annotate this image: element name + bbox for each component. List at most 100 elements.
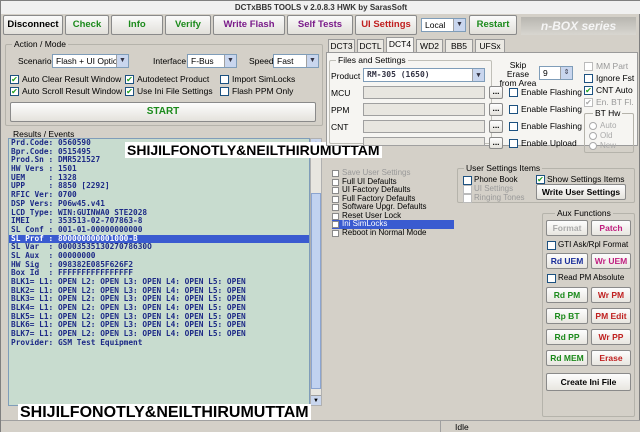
log-line: BLK3= L1: OPEN L2: OPEN L3: OPEN L4: OPE… (11, 295, 246, 304)
autodetect-product-label: Autodetect Product (137, 74, 210, 84)
bt-hw-auto-label: Auto (600, 121, 617, 130)
wr-pm-button[interactable]: Wr PM (591, 287, 631, 303)
start-button[interactable]: START (10, 102, 316, 122)
erase-button[interactable]: Erase (591, 350, 631, 366)
patch-button[interactable]: Patch (591, 220, 631, 236)
cnt-enable-checkbox[interactable] (509, 122, 518, 131)
flash-ppm-checkbox[interactable] (220, 87, 229, 96)
restart-button[interactable]: Restart (469, 15, 517, 35)
rd-pp-button[interactable]: Rd PP (546, 329, 588, 345)
upload-enable-label: Enable Upload (521, 138, 577, 148)
verify-button[interactable]: Verify (165, 15, 211, 35)
disconnect-button[interactable]: Disconnect (3, 15, 63, 35)
phone-book-checkbox[interactable] (463, 176, 472, 185)
rd-uem-button[interactable]: Rd UEM (546, 253, 588, 269)
mcu-enable-label: Enable Flashing (521, 87, 582, 97)
log-line: BLK4= L1: OPEN L2: OPEN L3: OPEN L4: OPE… (11, 304, 246, 313)
auto-clear-label: Auto Clear Result Window (22, 74, 122, 84)
ui-settings-button[interactable]: UI Settings (355, 15, 417, 35)
results-scrollbar[interactable]: ▲ ▼ (310, 138, 322, 406)
cnt-auto-checkbox[interactable]: ✔ (584, 86, 593, 95)
status-bar: Idle (1, 420, 640, 432)
ppm-browse-button[interactable]: ... (489, 103, 503, 116)
write-user-settings-button[interactable]: Write User Settings (536, 184, 626, 200)
checkbox-icon[interactable] (332, 187, 339, 194)
log-line: Box Id : FFFFFFFFFFFFFFFF (11, 269, 134, 278)
import-simlocks-checkbox[interactable] (220, 75, 229, 84)
info-button[interactable]: Info (111, 15, 163, 35)
read-pm-absolute-label: Read PM Absolute (558, 273, 625, 282)
upload-enable-checkbox[interactable] (509, 139, 518, 148)
mcu-file-field[interactable] (363, 86, 485, 99)
checkbox-icon[interactable] (332, 204, 339, 211)
auto-clear-checkbox[interactable]: ✔ (10, 75, 19, 84)
checkbox-icon[interactable] (332, 221, 339, 228)
mcu-enable-checkbox[interactable] (509, 88, 518, 97)
format-button[interactable]: Format (546, 220, 588, 236)
log-line: BLK7= L1: OPEN L2: OPEN L3: OPEN L4: OPE… (11, 330, 246, 339)
gti-checkbox[interactable] (547, 241, 556, 250)
rd-mem-button[interactable]: Rd MEM (546, 350, 588, 366)
write-flash-button[interactable]: Write Flash (213, 15, 285, 35)
scenario-select[interactable]: Flash + UI Options ▼ (52, 54, 129, 68)
tab-wd2[interactable]: WD2 (416, 39, 443, 52)
upload-browse-button[interactable]: ... (489, 137, 503, 149)
auto-scroll-checkbox[interactable]: ✔ (10, 87, 19, 96)
results-log: Prd.Code: 0560590 Bpr.Code: 0515495 Prod.S… (8, 138, 310, 406)
import-simlocks-label: Import SimLocks (232, 74, 296, 84)
files-title: Files and Settings (336, 55, 408, 65)
cnt-browse-button[interactable]: ... (489, 120, 503, 133)
ppm-file-field[interactable] (363, 103, 485, 116)
ringing-tones-label: Ringing Tones (474, 193, 525, 202)
skip-erase-spinner[interactable]: 9 ⇕ (539, 66, 573, 80)
log-line: Provider: GSM Test Equipment (11, 338, 143, 347)
show-settings-checkbox[interactable]: ✔ (536, 175, 545, 184)
checkbox-icon[interactable] (332, 212, 339, 220)
rp-bt-button[interactable]: Rp BT (546, 308, 588, 324)
ppm-enable-checkbox[interactable] (509, 105, 518, 114)
checkbox-icon[interactable] (332, 178, 339, 186)
bt-hw-new-label: New (600, 141, 617, 150)
tab-dct3[interactable]: DCT3 (328, 39, 355, 52)
pm-edit-button[interactable]: PM Edit (591, 308, 631, 324)
bt-hw-auto-radio[interactable] (589, 122, 597, 130)
rd-pm-button[interactable]: Rd PM (546, 287, 588, 303)
speed-select[interactable]: Fast ▼ (273, 54, 319, 68)
tab-dctl[interactable]: DCTL (357, 39, 384, 52)
log-line: HW Sig : 098382E085F626F2 (11, 260, 134, 269)
checkbox-icon[interactable] (332, 195, 339, 203)
ignore-fst-checkbox[interactable] (584, 74, 593, 83)
scroll-down-icon[interactable]: ▼ (311, 395, 321, 405)
ui-settings-checkbox[interactable] (463, 185, 472, 194)
checkbox-icon[interactable] (332, 170, 339, 177)
scenario-label: Scenario (18, 56, 52, 66)
interface-select[interactable]: F-Bus ▼ (187, 54, 237, 68)
read-pm-absolute-checkbox[interactable] (547, 274, 556, 283)
mm-part-checkbox[interactable] (584, 62, 593, 71)
bt-hw-new-radio[interactable] (589, 142, 597, 150)
checkbox-icon[interactable] (332, 229, 339, 237)
local-select[interactable]: Local ▼ (421, 18, 466, 32)
spinner-icon: ⇕ (560, 67, 572, 79)
tab-bb5[interactable]: BB5 (445, 39, 473, 52)
en-bt-fl-checkbox[interactable]: ✔ (584, 98, 593, 107)
status-left-pane (1, 421, 441, 432)
cnt-file-field[interactable] (363, 120, 485, 133)
autodetect-product-checkbox[interactable]: ✔ (125, 75, 134, 84)
chevron-down-icon: ▼ (306, 55, 318, 67)
upload-file-field[interactable] (363, 137, 485, 146)
wr-uem-button[interactable]: Wr UEM (591, 253, 631, 269)
use-ini-checkbox[interactable]: ✔ (125, 87, 134, 96)
auto-scroll-label: Auto Scroll Result Window (22, 86, 123, 96)
self-tests-button[interactable]: Self Tests (287, 15, 353, 35)
product-select[interactable]: RM-305 (1650) ▼ (363, 68, 485, 82)
wr-pp-button[interactable]: Wr PP (591, 329, 631, 345)
create-ini-button[interactable]: Create Ini File (546, 373, 631, 391)
scrollbar-thumb[interactable] (311, 193, 321, 389)
ringing-tones-checkbox[interactable] (463, 194, 472, 203)
ui-list-item[interactable]: Reboot in Normal Mode (332, 228, 454, 238)
tab-dct4[interactable]: DCT4 (386, 37, 414, 52)
bt-hw-old-radio[interactable] (589, 132, 597, 140)
check-button[interactable]: Check (65, 15, 109, 35)
tab-ufsx[interactable]: UFSx (475, 39, 505, 52)
